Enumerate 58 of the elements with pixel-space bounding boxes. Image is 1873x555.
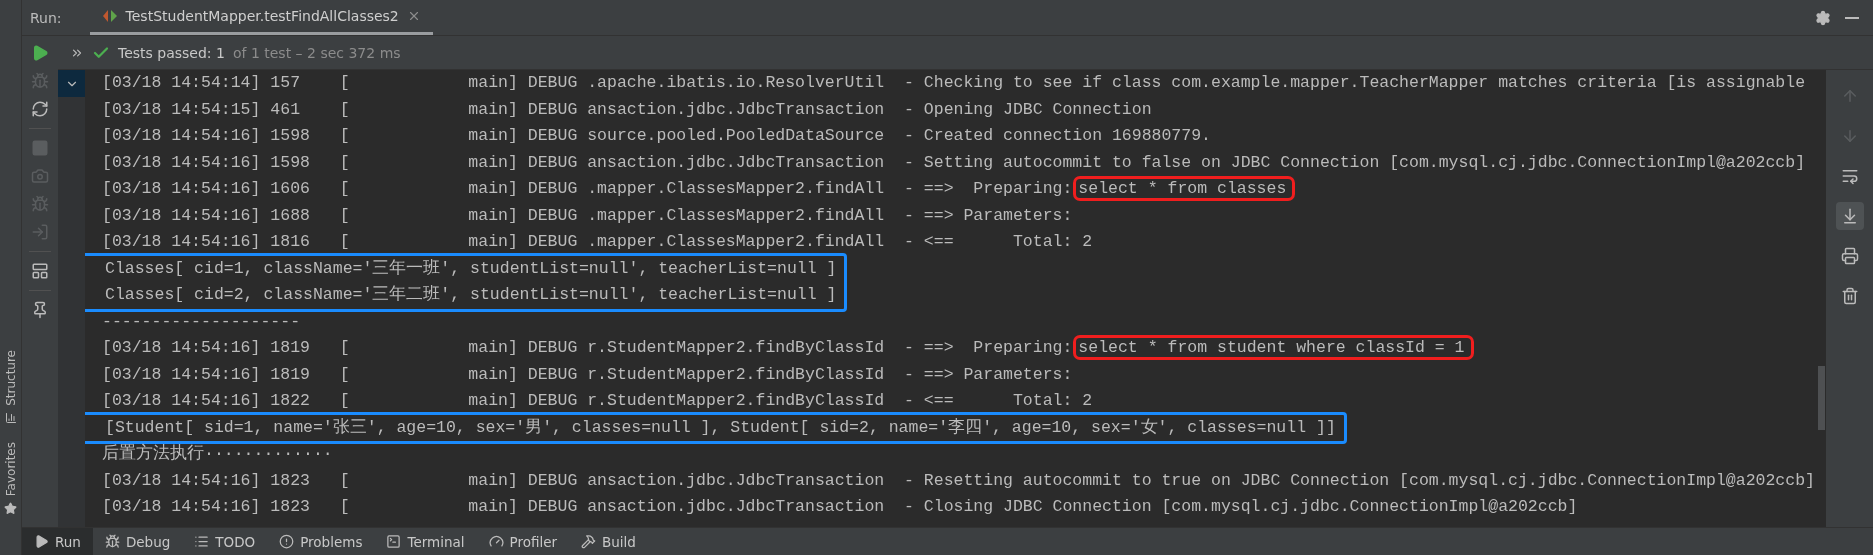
star-icon	[4, 502, 17, 515]
bottom-tab[interactable]: Debug	[92, 528, 183, 555]
console-line: Classes[ cid=2, className='三年二班', studentList=null', teacherList=null ]	[105, 285, 837, 304]
list-icon	[194, 534, 210, 549]
settings-icon	[1815, 9, 1831, 26]
console-line: [03/18 14:54:16] 1688 [ main] DEBUG .mapper.ClassesMapper2.findAll - ==> Parameters:	[102, 205, 1073, 225]
bug-icon	[31, 72, 49, 90]
console-line: [03/18 14:54:16] 1822 [ main] DEBUG r.StudentMapper2.findByClassId - <== Total: 2	[102, 391, 1093, 410]
play-icon	[31, 44, 49, 62]
wrap-icon	[1840, 167, 1859, 185]
console-line: 后置方法执行·············	[102, 444, 333, 463]
side-panel-tab[interactable]: Favorites	[3, 441, 18, 496]
bottom-tab[interactable]: Profiler	[476, 528, 570, 555]
refresh-icon	[31, 100, 49, 118]
console-line: [03/18 14:54:16] 1598 [ main] DEBUG source.pooled.PooledDataSource - Created connection 169880779.	[102, 126, 1211, 145]
gauge-icon	[488, 534, 504, 549]
console-line: [03/18 14:54:16] 1819 [ main] DEBUG r.StudentMapper2.findByClassId - ==> Preparing:	[102, 338, 1073, 357]
camera-icon	[31, 167, 49, 185]
console-line: Classes[ cid=1, className='三年一班', studentList=null', teacherList=null ]	[105, 258, 837, 278]
hammer-icon	[581, 534, 597, 549]
trash-icon	[1840, 287, 1859, 305]
console-line: --------------------	[102, 311, 301, 331]
printer-icon	[1840, 247, 1859, 265]
console-line: [03/18 14:54:16] 1819 [ main] DEBUG r.StudentMapper2.findByClassId - ==> Parameters:	[102, 364, 1073, 384]
import-icon	[31, 223, 49, 241]
console-line: [03/18 14:54:16] 1606 [ main] DEBUG .mapper.ClassesMapper2.findAll - ==> Preparing:	[102, 179, 1073, 198]
structure-icon	[4, 411, 17, 424]
run-label: Run:	[30, 9, 62, 26]
alert-icon	[279, 534, 295, 549]
layout-icon	[31, 262, 49, 280]
console-line: [03/18 14:54:14] 157 [ main] DEBUG .apache.ibatis.io.ResolverUtil - Checking to see if class com.example.mapper.TeacherMapper matches criteria [is assignable	[102, 73, 1806, 92]
bottom-tab[interactable]: Problems	[267, 528, 375, 555]
terminal-icon	[386, 534, 402, 549]
pin-icon	[31, 301, 49, 319]
scrollbar-thumb[interactable]	[1817, 366, 1825, 430]
side-panel-tab[interactable]: Structure	[3, 349, 18, 406]
console-line: [03/18 14:54:15] 461 [ main] DEBUG ansaction.jdbc.JdbcTransaction - Opening JDBC Connection	[102, 99, 1152, 119]
highlighted-query: select * from student where classId = 1	[1076, 338, 1471, 357]
console-line: [Student[ sid=1, name='张三', age=10, sex='男', classes=null ], Student[ sid=2, name='李四', age=10, sex='女', classes=null ]]	[105, 417, 1336, 437]
play-icon	[34, 534, 49, 549]
console-line: [03/18 14:54:16] 1816 [ main] DEBUG .mapper.ClassesMapper2.findAll - <== Total: 2	[102, 232, 1093, 251]
console-line: [03/18 14:54:16] 1823 [ main] DEBUG ansaction.jdbc.JdbcTransaction - Closing JDBC Connection [com.mysql.cj.jdbc.ConnectionImpl@a202ccb]	[102, 497, 1578, 516]
console-line: [03/18 14:54:16] 1598 [ main] DEBUG ansaction.jdbc.JdbcTransaction - Setting autocommit to false on JDBC Connection [com.mysql.cj.jdbc.ConnectionImpl@a202ccb]	[102, 152, 1806, 172]
tests-passed-text: Tests passed: 1	[118, 44, 225, 61]
tests-detail-text: of 1 test – 2 sec 372 ms	[232, 44, 401, 61]
bottom-tab[interactable]: TODO	[182, 528, 268, 555]
minimize-icon[interactable]	[1845, 16, 1859, 19]
run-config-tab[interactable]: TestStudentMapper.testFindAllClasses2	[89, 0, 433, 35]
bug-icon	[31, 195, 49, 213]
highlighted-query: select * from classes	[1076, 179, 1293, 198]
bug-icon	[104, 534, 120, 549]
bottom-tab[interactable]: Terminal	[374, 528, 477, 555]
bottom-tab[interactable]: Build	[569, 528, 648, 555]
bottom-tab[interactable]: Run	[22, 528, 93, 555]
run-config-icon	[101, 9, 118, 23]
stop-icon	[31, 139, 49, 157]
console-line: [03/18 14:54:16] 1823 [ main] DEBUG ansaction.jdbc.JdbcTransaction - Resetting autocommit to true on JDBC Connection [com.mysql.cj.jdbc.ConnectionImpl@a202ccb]	[102, 470, 1815, 490]
scroll-to-end-button[interactable]	[1835, 202, 1864, 230]
